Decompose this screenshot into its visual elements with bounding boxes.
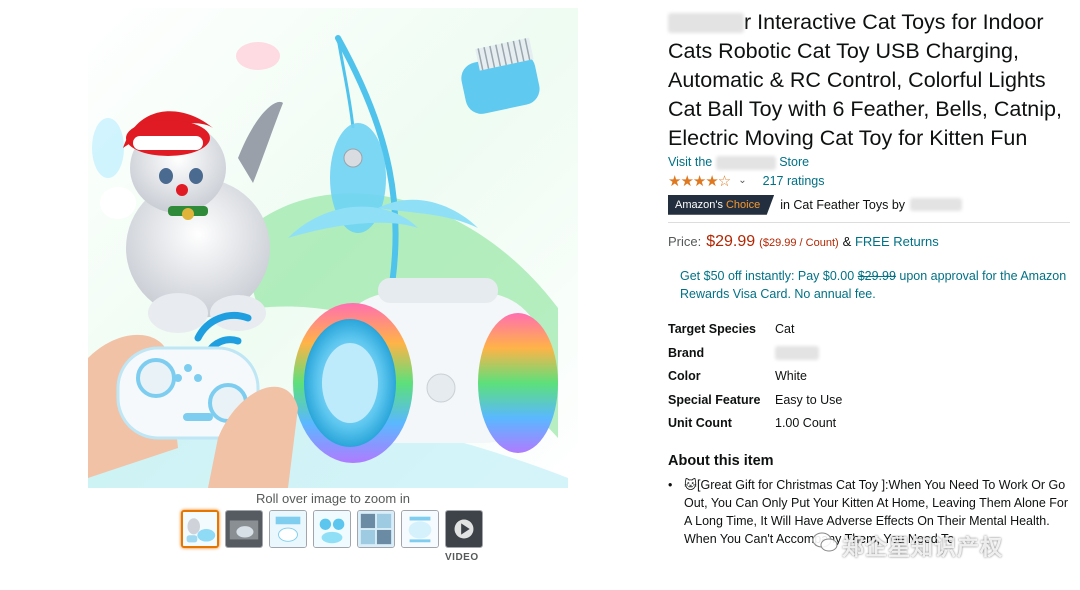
spec-value: Cat [775,322,795,337]
amazons-choice-row: Amazon's Choice in Cat Feather Toys by [668,194,1070,215]
chevron-down-icon[interactable]: ⌄ [738,175,746,186]
spec-value: Easy to Use [775,392,843,407]
unit-price: ($29.99 / Count) [759,236,839,249]
star-rating-icon[interactable]: ★★★★☆ [668,172,731,190]
price-row: Price: $29.99 ($29.99 / Count) & FREE Re… [668,233,1070,251]
store-link[interactable]: Visit the Store [668,155,1070,170]
spec-key: Unit Count [668,416,732,431]
rating-row: ★★★★☆ ⌄ 217 ratings [668,172,1070,190]
redacted-seller [910,198,963,212]
divider [668,221,1070,223]
choice-category-text: in Cat Feather Toys by [780,197,906,212]
spec-row: Color White [668,365,1070,389]
spec-key: Target Species [668,322,757,337]
product-title: r Interactive Cat Toys for Indoor Cats R… [668,8,1070,153]
spec-table: Target Species Cat Brand Color White Spe… [668,318,1070,436]
thumbnail-video[interactable] [445,510,483,548]
store-prefix: Visit the [668,155,713,169]
watermark-chat-icon [812,532,838,552]
badge-choice-text: Choice [725,198,761,211]
promo-text-before: Get $50 off instantly: Pay $0.00 [680,268,855,283]
thumbnail-3[interactable] [269,510,307,548]
free-returns-link[interactable]: FREE Returns [855,234,939,249]
spec-row: Special Feature Easy to Use [668,388,1070,412]
price-amount: $29.99 [706,232,756,250]
price-label: Price: [668,233,702,249]
spec-key: Color [668,369,701,384]
redacted-brand-value [775,345,819,360]
redacted-brand [668,13,744,34]
amazons-choice-badge: Amazon's Choice [668,194,775,215]
spec-key: Special Feature [668,392,761,407]
spec-row: Target Species Cat [668,318,1070,342]
thumbnail-1[interactable] [181,510,219,548]
about-this-item-heading: About this item [668,453,774,470]
choice-category[interactable]: in Cat Feather Toys by [780,198,905,212]
cat-toy-image [88,8,578,488]
thumbnail-6[interactable] [401,510,439,548]
about-bullet-text: 🐱[Great Gift for Christmas Cat Toy ]:Whe… [684,478,1069,547]
thumbnail-2[interactable] [225,510,263,548]
spec-value: White [775,369,807,384]
main-product-image[interactable] [88,8,578,488]
visa-promo[interactable]: Get $50 off instantly: Pay $0.00 $29.99 … [680,267,1070,303]
spec-row: Brand [668,341,1070,365]
ratings-count-link[interactable]: 217 ratings [763,174,825,188]
about-bullet: 🐱[Great Gift for Christmas Cat Toy ]:Whe… [668,476,1070,548]
promo-strike-price: $29.99 [857,268,896,283]
thumbnail-5[interactable] [357,510,395,548]
video-label: VIDEO [445,552,479,563]
badge-text: Amazon's [675,198,723,211]
spec-row: Unit Count 1.00 Count [668,412,1070,436]
redacted-store-name [715,155,776,170]
spec-value: 1.00 Count [775,416,837,431]
amp: & [842,233,852,249]
zoom-hint: Roll over image to zoom in [256,491,410,506]
store-suffix: Store [779,155,810,169]
thumbnail-4[interactable] [313,510,351,548]
spec-key: Brand [668,345,705,360]
free-returns: & FREE Returns [843,234,939,249]
product-details: r Interactive Cat Toys for Indoor Cats R… [668,8,1070,548]
